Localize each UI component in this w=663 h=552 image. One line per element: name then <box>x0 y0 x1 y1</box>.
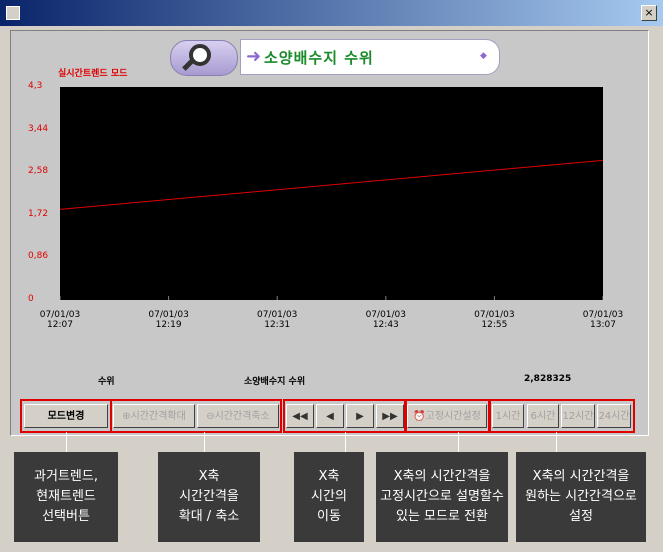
x-tick-label: 07/01/03 12:55 <box>474 310 515 330</box>
arrow-right-icon: ➜ <box>246 46 262 67</box>
highlight-fixed <box>404 399 490 433</box>
x-tick-label: 07/01/03 12:43 <box>365 310 406 330</box>
callout-zoom: X축 시간간격을 확대 / 축소 <box>158 452 260 542</box>
callout-interval: X축의 시간간격을 원하는 시간간격으로 설정 <box>516 452 646 542</box>
pointer-line-1 <box>66 432 67 452</box>
mode-label: 실시간트렌드 모드 <box>58 69 128 79</box>
y-tick-label: 1,72 <box>28 208 49 219</box>
status-tag: 수위 <box>98 377 115 387</box>
y-tick-label: 3,44 <box>28 123 49 134</box>
x-tick-label: 07/01/03 12:31 <box>256 310 298 330</box>
app-icon <box>6 6 20 20</box>
trend-plot <box>59 87 604 300</box>
highlight-nav <box>283 399 407 433</box>
status-value: 2,828325 <box>524 374 572 384</box>
highlight-zoom <box>110 399 282 433</box>
magnifier-icon <box>170 40 238 76</box>
highlight-mode <box>20 399 112 433</box>
callout-nav: X축 시간의 이동 <box>294 452 364 542</box>
pointer-line-4 <box>458 432 459 452</box>
y-tick-label: 0 <box>28 294 34 304</box>
window-titlebar: × <box>0 0 663 26</box>
y-tick-label: 2,58 <box>28 166 49 177</box>
trend-chart <box>59 159 604 300</box>
series-line <box>59 159 604 210</box>
close-button[interactable]: × <box>641 5 657 21</box>
pointer-line-3 <box>345 432 346 452</box>
x-tick-label: 07/01/03 12:19 <box>148 310 189 330</box>
x-tick-label: 07/01/03 12:07 <box>39 310 81 330</box>
status-name: 소양배수지 수위 <box>244 377 306 387</box>
pointer-line-5 <box>556 432 557 452</box>
callout-mode: 과거트렌드, 현재트렌드 선택버튼 <box>14 452 118 542</box>
diamond-icon: ◆ <box>480 51 487 61</box>
x-tick-label: 07/01/03 13:07 <box>582 310 624 330</box>
highlight-interval <box>489 399 635 433</box>
pointer-line-2 <box>204 432 205 452</box>
callout-fixed: X축의 시간간격을 고정시간으로 설명할수 있는 모드로 전환 <box>376 452 508 542</box>
page-title: 소양배수지 수위 <box>264 49 374 67</box>
y-tick-label: 0,86 <box>28 251 49 262</box>
y-tick-label: 4,3 <box>28 81 43 91</box>
